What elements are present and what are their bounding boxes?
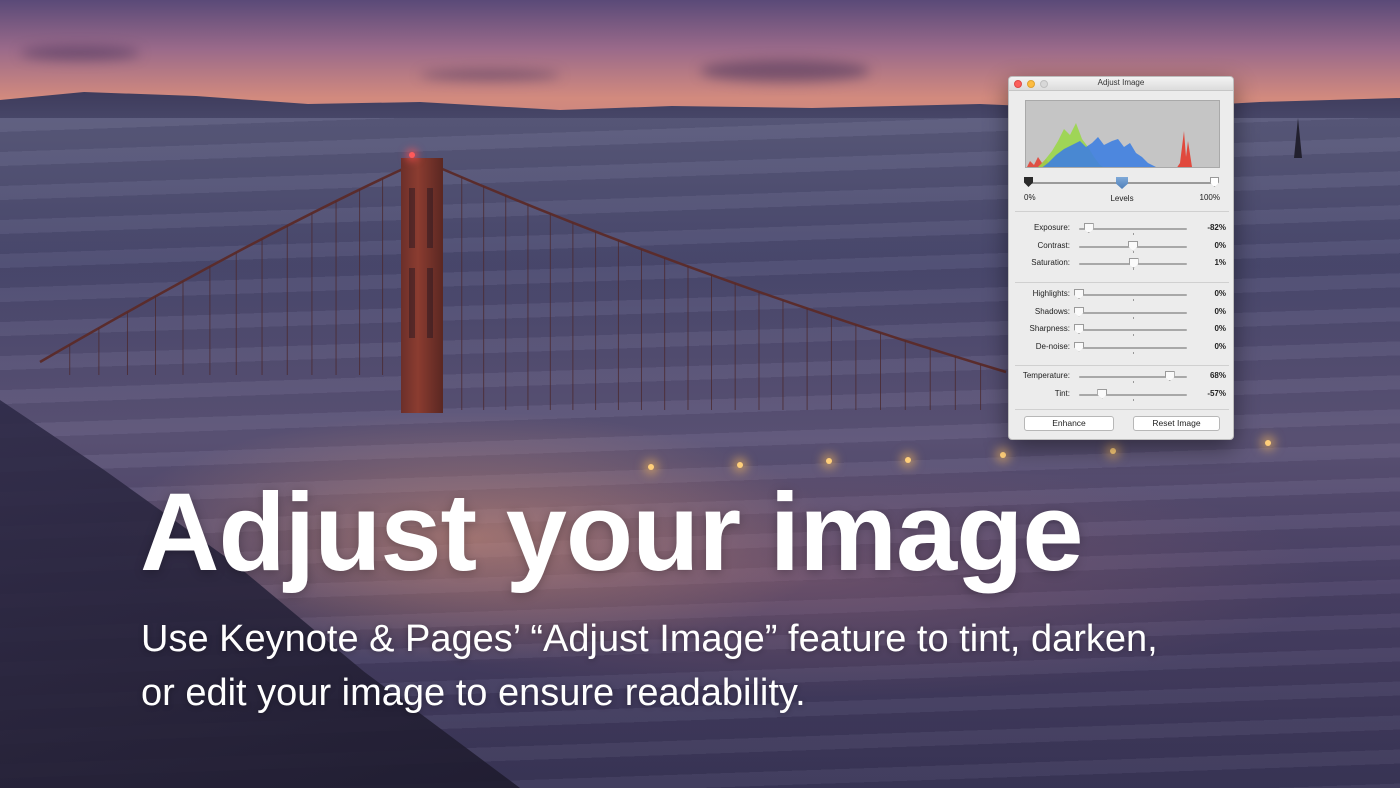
exposure-label: Exposure: — [1033, 223, 1070, 232]
sharpness-slider-handle[interactable] — [1074, 324, 1084, 334]
tint-value: -57% — [1207, 388, 1226, 398]
tint-slider-track[interactable] — [1079, 393, 1187, 396]
saturation-slider-handle[interactable] — [1128, 258, 1139, 268]
panel-titlebar[interactable]: Adjust Image — [1009, 77, 1233, 91]
levels-max-label: 100% — [1199, 193, 1220, 202]
de-noise-label: De-noise: — [1035, 341, 1070, 351]
de-noise-center-tick — [1133, 351, 1134, 354]
de-noise-slider-handle[interactable] — [1074, 341, 1084, 352]
exposure-slider-handle[interactable] — [1083, 223, 1094, 233]
de-noise-value: 0% — [1214, 341, 1226, 351]
shadows-center-tick — [1133, 316, 1134, 319]
histogram — [1025, 100, 1220, 168]
highlights-row: Highlights: 0% — [1009, 288, 1233, 302]
sharpness-center-tick — [1133, 334, 1134, 336]
panel-title: Adjust Image — [1097, 78, 1145, 87]
tint-label: Tint: — [1054, 388, 1070, 398]
headline: Adjust your image — [140, 471, 1084, 594]
contrast-slider-handle[interactable] — [1128, 240, 1138, 251]
highlights-slider-handle[interactable] — [1074, 289, 1084, 299]
contrast-row: Contrast: 0% — [1009, 240, 1233, 254]
temperature-center-tick — [1133, 381, 1134, 383]
temperature-value: 68% — [1209, 371, 1226, 380]
tint-slider-handle[interactable] — [1097, 388, 1108, 399]
sharpness-label: Sharpness: — [1029, 324, 1070, 333]
tower-beacon — [409, 152, 415, 158]
subheadline-line: Use Keynote & Pages’ “Adjust Image” feat… — [141, 618, 1158, 660]
enhance-button[interactable]: Enhance — [1024, 416, 1114, 431]
exposure-value: -82% — [1207, 223, 1226, 232]
sharpness-row: Sharpness: 0% — [1009, 323, 1233, 337]
subheadline-line: or edit your image to ensure readability… — [141, 672, 806, 714]
exposure-center-tick — [1133, 233, 1134, 235]
shadows-value: 0% — [1214, 306, 1226, 316]
levels-midpoint-handle[interactable] — [1116, 177, 1128, 189]
exposure-row: Exposure: -82% — [1009, 222, 1233, 236]
divider — [1015, 282, 1229, 283]
levels-white-point-handle[interactable] — [1210, 177, 1219, 187]
sharpness-slider-track[interactable] — [1079, 329, 1187, 331]
subheadline: Use Keynote & Pages’ “Adjust Image” feat… — [141, 612, 1301, 720]
exposure-slider-track[interactable] — [1079, 228, 1187, 230]
temperature-label: Temperature: — [1022, 371, 1070, 380]
saturation-row: Saturation: 1% — [1009, 257, 1233, 271]
contrast-label: Contrast: — [1037, 240, 1070, 250]
divider — [1015, 365, 1229, 366]
highlights-slider-track[interactable] — [1079, 294, 1187, 296]
saturation-label: Saturation: — [1031, 258, 1070, 267]
contrast-value: 0% — [1214, 240, 1226, 250]
reset-image-button[interactable]: Reset Image — [1133, 416, 1220, 431]
sharpness-value: 0% — [1214, 324, 1226, 333]
divider — [1015, 409, 1229, 410]
saturation-value: 1% — [1214, 258, 1226, 267]
contrast-center-tick — [1133, 250, 1134, 253]
levels-black-point-handle[interactable] — [1024, 177, 1033, 187]
shadows-slider-track[interactable] — [1079, 311, 1187, 314]
bridge-tower — [401, 158, 443, 413]
saturation-center-tick — [1133, 268, 1134, 270]
temperature-slider-handle[interactable] — [1164, 371, 1175, 381]
shadows-label: Shadows: — [1034, 306, 1070, 316]
shadows-row: Shadows: 0% — [1009, 306, 1233, 320]
tint-row: Tint: -57% — [1009, 388, 1233, 402]
shadows-slider-handle[interactable] — [1074, 306, 1084, 317]
de-noise-row: De-noise: 0% — [1009, 341, 1233, 355]
adjust-image-panel: Adjust Image 0% Levels 100% Exposure: -82… — [1008, 76, 1234, 440]
highlights-center-tick — [1133, 299, 1134, 301]
de-noise-slider-track[interactable] — [1079, 346, 1187, 349]
temperature-row: Temperature: 68% — [1009, 370, 1233, 384]
divider — [1015, 211, 1229, 212]
highlights-label: Highlights: — [1032, 289, 1070, 298]
tint-center-tick — [1133, 398, 1134, 401]
highlights-value: 0% — [1214, 289, 1226, 298]
